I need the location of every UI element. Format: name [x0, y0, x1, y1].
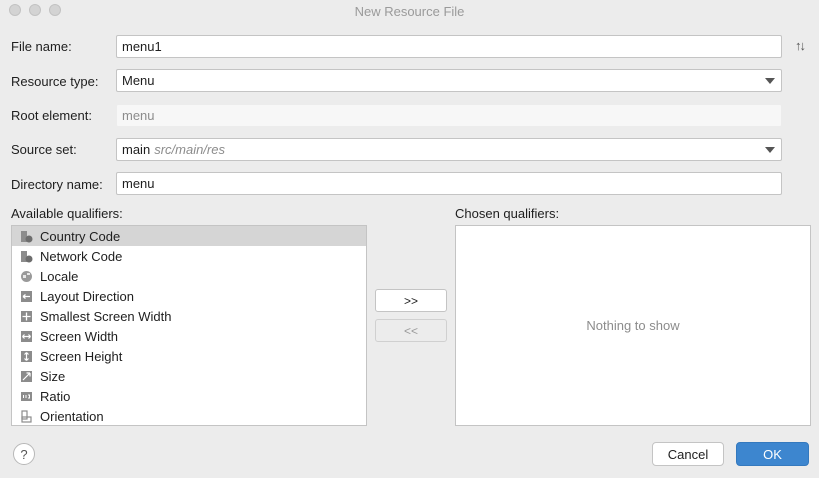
- file-name-value: menu1: [122, 39, 162, 54]
- root-element-input: menu: [116, 104, 782, 127]
- network-code-icon: [20, 250, 33, 263]
- remove-qualifier-button[interactable]: <<: [375, 319, 447, 342]
- country-code-icon: [20, 230, 33, 243]
- directory-name-label: Directory name:: [11, 177, 103, 192]
- source-set-path: src/main/res: [154, 142, 225, 157]
- list-item-label: Network Code: [40, 248, 123, 264]
- chosen-qualifiers-label: Chosen qualifiers:: [455, 206, 560, 221]
- list-item[interactable]: Layout Direction: [12, 286, 366, 306]
- available-qualifiers-label: Available qualifiers:: [11, 206, 123, 221]
- source-set-label: Source set:: [11, 142, 77, 157]
- list-item-label: Size: [40, 368, 66, 384]
- available-qualifiers-list[interactable]: Country Code Network Code Locale Layout …: [11, 225, 367, 426]
- resource-type-label: Resource type:: [11, 74, 99, 89]
- list-item-label: Screen Width: [40, 328, 119, 344]
- list-item[interactable]: Network Code: [12, 246, 366, 266]
- list-item-label: Ratio: [40, 388, 71, 404]
- cancel-button[interactable]: Cancel: [652, 442, 724, 466]
- source-set-value: main: [122, 142, 151, 157]
- list-item[interactable]: Locale: [12, 266, 366, 286]
- ok-button[interactable]: OK: [736, 442, 809, 466]
- root-element-label: Root element:: [11, 108, 92, 123]
- file-name-label: File name:: [11, 39, 72, 54]
- smallest-width-icon: [20, 310, 33, 323]
- layout-direction-icon: [20, 290, 33, 303]
- directory-name-value: menu: [122, 176, 155, 191]
- list-item-label: Country Code: [40, 228, 121, 244]
- help-icon: ?: [20, 446, 28, 462]
- chevron-down-icon: [765, 78, 775, 84]
- globe-icon: [20, 270, 33, 283]
- screen-height-icon: [20, 350, 33, 363]
- title-bar: New Resource File: [0, 0, 819, 22]
- add-qualifier-button[interactable]: >>: [375, 289, 447, 312]
- minimize-window-button[interactable]: [29, 4, 41, 16]
- resource-type-select[interactable]: Menu: [116, 69, 782, 92]
- list-item-label: Screen Height: [40, 348, 123, 364]
- list-item-label: Smallest Screen Width: [40, 308, 172, 324]
- list-item-label: Orientation: [40, 408, 104, 424]
- window-controls: [9, 4, 61, 16]
- help-button[interactable]: ?: [13, 443, 35, 465]
- resource-type-value: Menu: [122, 73, 155, 88]
- list-item[interactable]: Smallest Screen Width: [12, 306, 366, 326]
- list-item-label: Layout Direction: [40, 288, 134, 304]
- list-item[interactable]: Orientation: [12, 406, 366, 425]
- list-item[interactable]: Size: [12, 366, 366, 386]
- list-item[interactable]: Ratio: [12, 386, 366, 406]
- root-element-value: menu: [122, 108, 155, 123]
- close-window-button[interactable]: [9, 4, 21, 16]
- list-item[interactable]: Screen Width: [12, 326, 366, 346]
- list-item-label: Locale: [40, 268, 79, 284]
- empty-state-text: Nothing to show: [586, 318, 680, 333]
- directory-name-input[interactable]: menu: [116, 172, 782, 195]
- chevron-down-icon: [765, 147, 775, 153]
- orientation-icon: [20, 409, 33, 423]
- ratio-icon: [20, 390, 33, 403]
- chosen-qualifiers-list[interactable]: Nothing to show: [455, 225, 811, 426]
- zoom-window-button[interactable]: [49, 4, 61, 16]
- window-title: New Resource File: [354, 3, 465, 19]
- list-item[interactable]: Country Code: [12, 226, 366, 246]
- file-name-input[interactable]: menu1: [116, 35, 782, 58]
- list-item[interactable]: Screen Height: [12, 346, 366, 366]
- source-set-select[interactable]: main src/main/res: [116, 138, 782, 161]
- screen-width-icon: [20, 330, 33, 343]
- size-icon: [20, 370, 33, 383]
- sort-icon[interactable]: ↑↓: [795, 38, 811, 54]
